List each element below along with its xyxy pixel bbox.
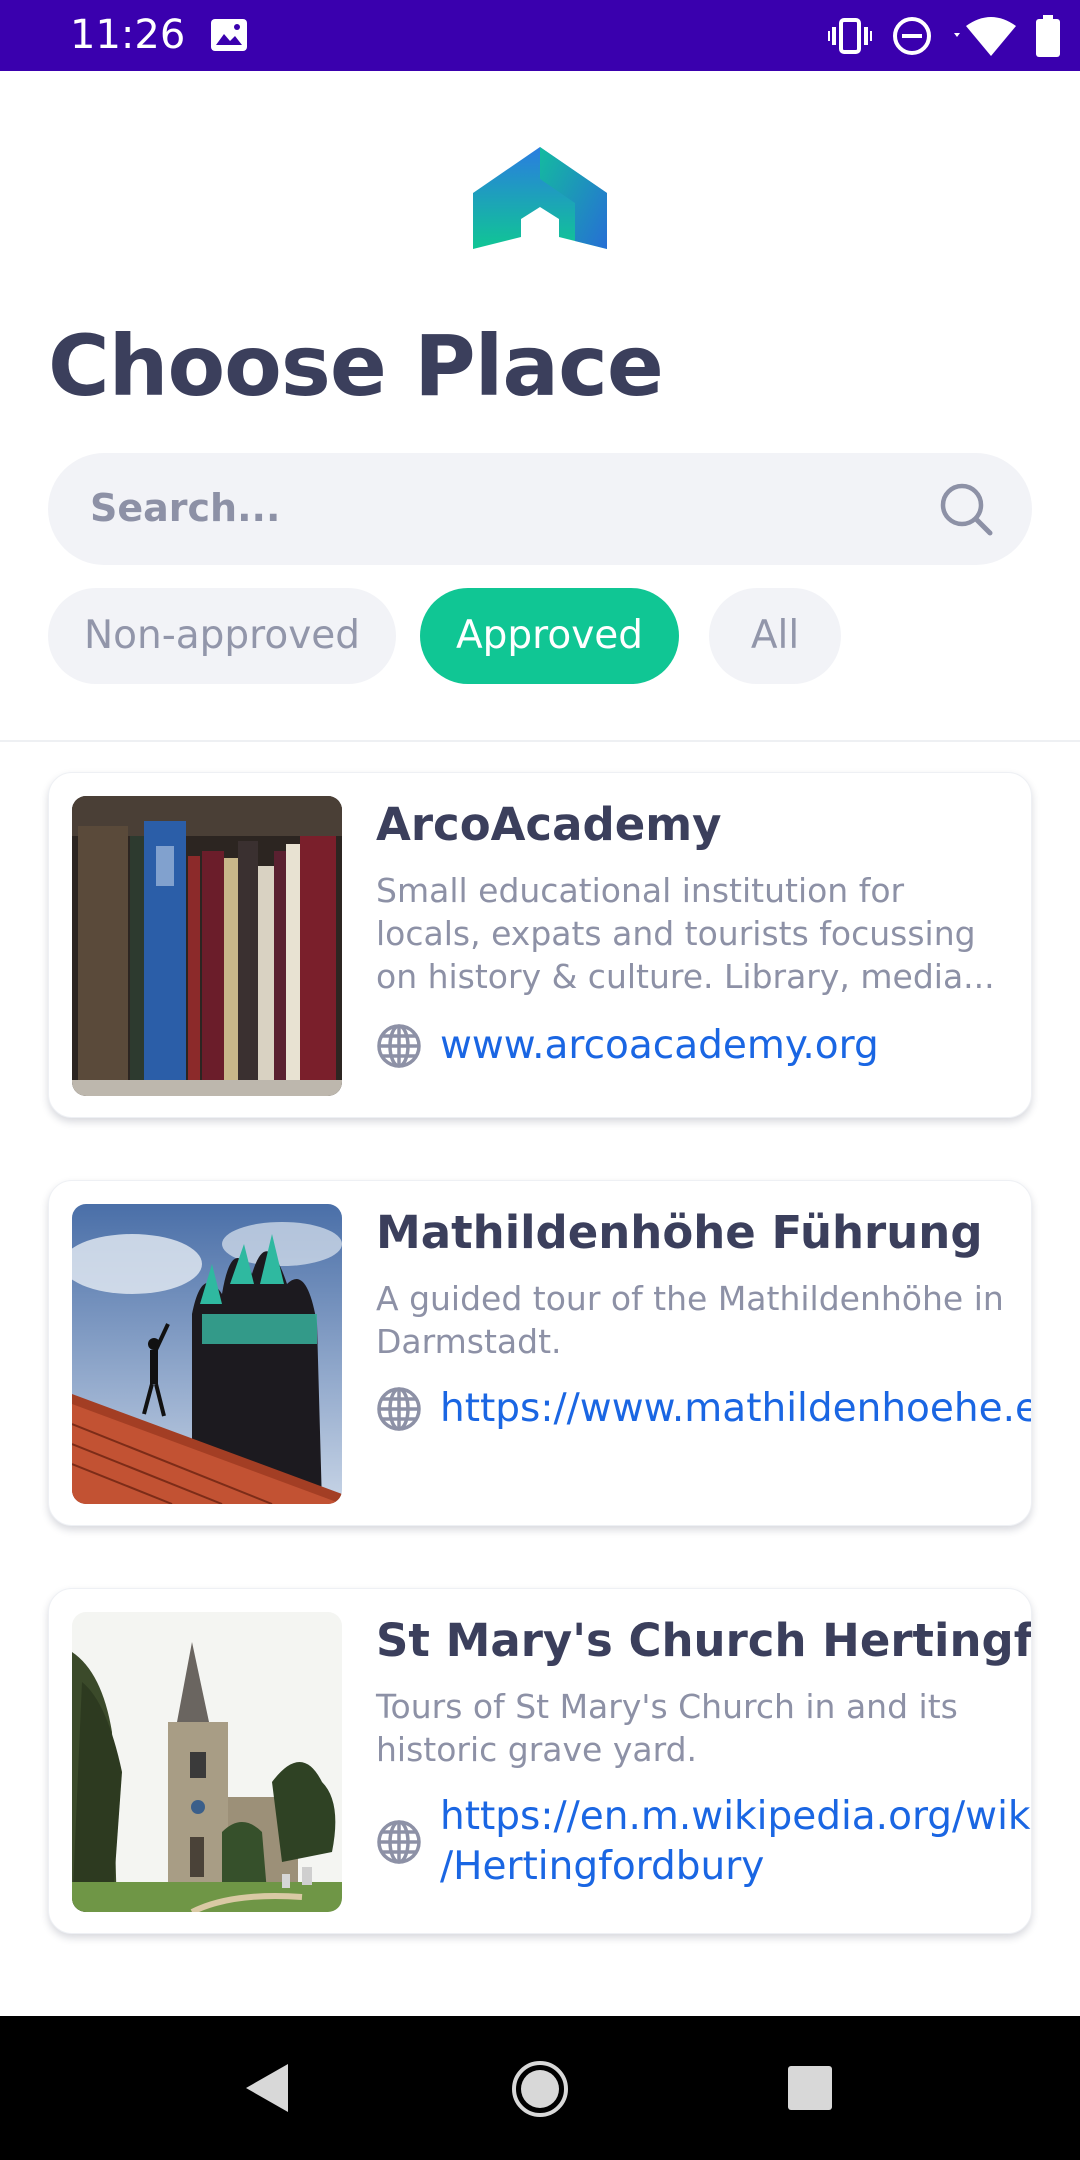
page-title: Choose Place <box>48 317 664 415</box>
back-icon[interactable] <box>242 2062 290 2114</box>
place-title: Mathildenhöhe Führung <box>376 1206 983 1259</box>
search-icon[interactable] <box>938 481 994 537</box>
search-input[interactable]: Search... <box>48 453 1032 565</box>
place-title: ArcoAcademy <box>376 798 722 851</box>
home-icon[interactable] <box>511 2060 569 2118</box>
battery-icon <box>1036 15 1060 57</box>
place-url-line-2: /Hertingfordbury <box>440 1844 765 1889</box>
place-description: A guided tour of the Mathildenhöhe in Da… <box>376 1279 1004 1361</box>
place-card[interactable]: St Mary's Church Hertingfordbury Tours o… <box>48 1588 1032 1934</box>
wifi-icon <box>952 16 1016 56</box>
status-time: 11:26 <box>70 12 186 58</box>
status-icons <box>828 14 1060 58</box>
place-title: St Mary's Church Hertingfordbury <box>376 1614 1032 1667</box>
globe-icon <box>376 1023 422 1069</box>
church-photo <box>72 1612 342 1912</box>
place-url-line-1: https://en.m.wikipedia.org/wiki <box>440 1794 1032 1839</box>
divider <box>0 740 1080 742</box>
status-bar: 11:26 <box>0 0 1080 71</box>
globe-icon <box>376 1819 422 1865</box>
filter-chip-approved[interactable]: Approved <box>420 588 679 684</box>
recents-icon[interactable] <box>786 2064 834 2112</box>
place-card[interactable]: ArcoAcademy Small educational institutio… <box>48 772 1032 1118</box>
place-link[interactable]: https://en.m.wikipedia.org/wiki /Herting… <box>376 1792 1032 1892</box>
vibrate-icon <box>828 18 872 54</box>
search-placeholder: Search... <box>90 486 281 530</box>
place-card[interactable]: Mathildenhöhe Führung A guided tour of t… <box>48 1180 1032 1526</box>
wedding-tower-photo <box>72 1204 342 1504</box>
place-link[interactable]: www.arcoacademy.org <box>376 1021 1031 1071</box>
bookshelf-photo <box>72 796 342 1096</box>
place-url[interactable]: https://en.m.wikipedia.org/wiki /Herting… <box>440 1792 1032 1892</box>
place-url[interactable]: https://www.mathildenhoehe.eu <box>440 1384 1031 1434</box>
filter-chip-all[interactable]: All <box>709 588 841 684</box>
place-description: Small educational institution for locals… <box>376 871 995 996</box>
house-arrow-logo <box>471 145 609 251</box>
filter-chip-non-approved[interactable]: Non-approved <box>48 588 396 684</box>
place-link[interactable]: https://www.mathildenhoehe.eu <box>376 1384 1031 1434</box>
place-url[interactable]: www.arcoacademy.org <box>440 1021 879 1071</box>
navigation-bar <box>0 2016 1080 2160</box>
place-description: Tours of St Mary's Church in and its his… <box>376 1687 958 1769</box>
photo-icon <box>210 18 248 52</box>
do-not-disturb-icon <box>892 16 932 56</box>
globe-icon <box>376 1386 422 1432</box>
